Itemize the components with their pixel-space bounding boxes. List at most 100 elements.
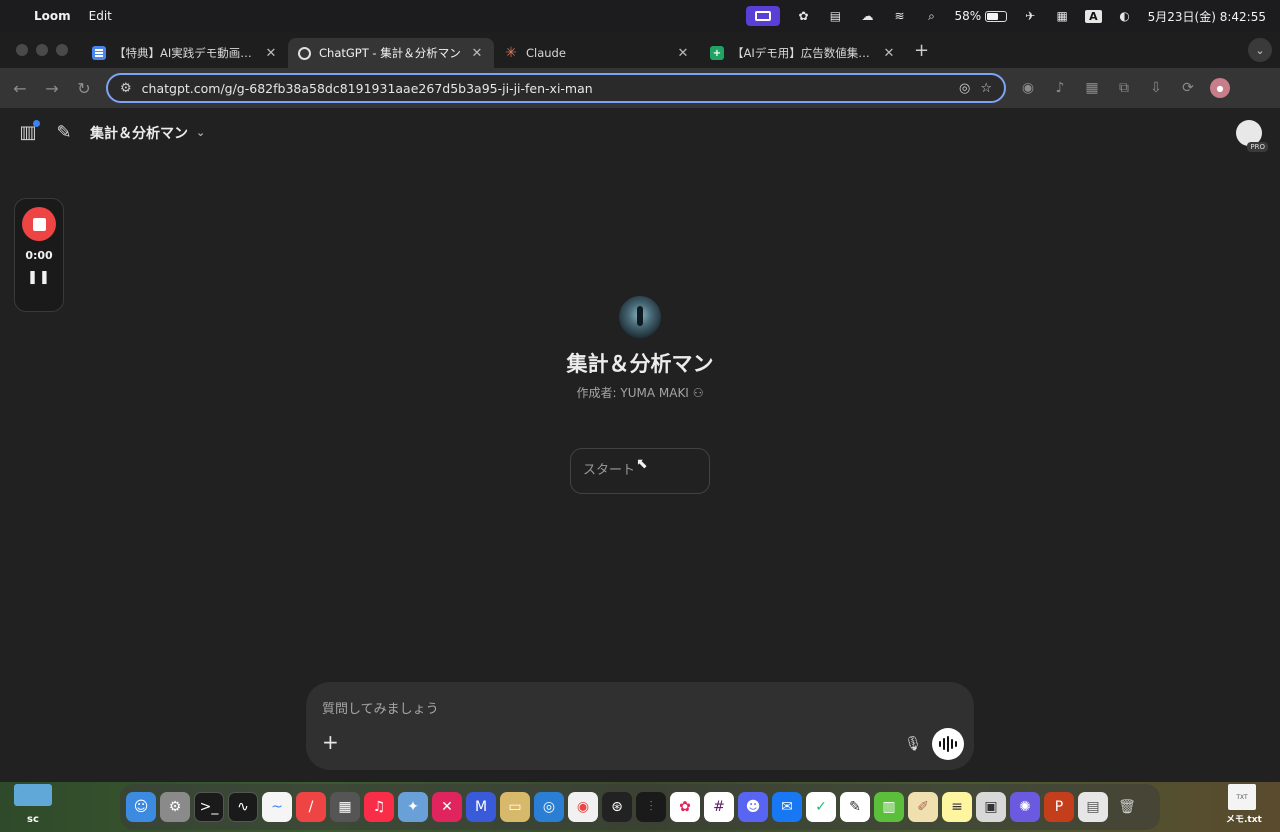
download-icon[interactable]: ⇩	[1146, 80, 1166, 96]
powerpoint-icon[interactable]: P	[1044, 792, 1074, 822]
spark-app-icon[interactable]: ✺	[1010, 792, 1040, 822]
dock: ☺ ⚙ >_ ∿ ~ / ▦ ♫ ✦ ✕ M ▭ ◎ ◉ ⊛ ⫶ ✿ # ☻ ✉…	[120, 784, 1160, 830]
composer-input[interactable]: 質問してみましょう	[322, 698, 439, 717]
menu-bar: Loom Edit ✿ ▤ ☁ ≋ ⌕ 58% ✈ ▦ A ◐ 5月23日(金)…	[0, 0, 1280, 32]
miro-icon[interactable]: M	[466, 792, 496, 822]
wifi-icon[interactable]: ≋	[890, 9, 908, 23]
chevron-down-icon: ⌄	[196, 126, 206, 139]
reload-icon[interactable]: ↻	[74, 79, 94, 98]
activity-monitor-icon[interactable]: ∿	[228, 792, 258, 822]
downloads-stack-icon[interactable]: ▤	[1078, 792, 1108, 822]
waveform-app-icon[interactable]: ⫶	[636, 792, 666, 822]
sidebar-toggle-icon[interactable]: ▥	[18, 120, 40, 143]
xmind-icon[interactable]: ✕	[432, 792, 462, 822]
url-text[interactable]: chatgpt.com/g/g-682fb38a58dc8191931aae26…	[142, 81, 949, 96]
preview-icon[interactable]: ▣	[976, 792, 1006, 822]
forward-arrow-icon[interactable]: →	[42, 79, 62, 98]
menu-datetime[interactable]: 5月23日(金) 8:42:55	[1148, 8, 1266, 25]
minimize-window-button[interactable]	[36, 44, 48, 56]
chatgpt-app-icon[interactable]: ⊛	[602, 792, 632, 822]
battery-status[interactable]: 58%	[954, 9, 1008, 23]
attach-plus-icon[interactable]: +	[322, 730, 339, 754]
close-window-button[interactable]	[16, 44, 28, 56]
chatgpt-page: ▥ ✎ 集計＆分析マン ⌄ PRO 0:00 ❚❚ 集計＆分析マン 作成者: Y…	[0, 108, 1280, 782]
quicktime-icon[interactable]: ◎	[534, 792, 564, 822]
folder-icon[interactable]: ▭	[500, 792, 530, 822]
desktop-folder-icon[interactable]	[14, 784, 52, 806]
address-bar[interactable]: ⚙ chatgpt.com/g/g-682fb38a58dc8191931aae…	[106, 73, 1006, 103]
loom-status-icon[interactable]	[746, 6, 781, 26]
terminal-icon[interactable]: >_	[194, 792, 224, 822]
discord-icon[interactable]: ☻	[738, 792, 768, 822]
pinwheel-icon[interactable]: ✿	[794, 9, 812, 23]
search-icon[interactable]: ⌕	[922, 9, 940, 23]
tab-google-sheets[interactable]: + 【AIデモ用】広告数値集計の元デ ✕	[700, 38, 906, 68]
zoom-window-button[interactable]	[56, 44, 68, 56]
close-tab-icon[interactable]: ✕	[676, 46, 690, 61]
pdf-app-icon[interactable]: /	[296, 792, 326, 822]
tab-search-chevron-icon[interactable]: ⌄	[1248, 38, 1272, 62]
checklist-app-icon[interactable]: ✓	[806, 792, 836, 822]
tab-google-docs[interactable]: 【特典】AI実践デモ動画20本（こ ✕	[82, 38, 288, 68]
music-icon[interactable]: ♫	[364, 792, 394, 822]
pro-badge: PRO	[1247, 142, 1268, 152]
google-docs-icon	[92, 46, 106, 60]
numbers-icon[interactable]: ▥	[874, 792, 904, 822]
voice-mode-button[interactable]	[932, 728, 964, 760]
loom-recording-widget: 0:00 ❚❚	[14, 198, 64, 312]
back-arrow-icon[interactable]: ←	[10, 79, 30, 98]
recording-timer: 0:00	[25, 249, 53, 262]
close-tab-icon[interactable]: ✕	[470, 46, 484, 61]
xcode-icon[interactable]: ✦	[398, 792, 428, 822]
chatgpt-extension-icon[interactable]: ◎	[959, 81, 970, 96]
mirror-icon[interactable]: ✈	[1021, 9, 1039, 23]
input-method-indicator[interactable]: A	[1085, 9, 1102, 23]
microphone-icon[interactable]: 🎙	[904, 736, 922, 752]
tab-claude[interactable]: ✳ Claude ✕	[494, 38, 700, 68]
clipboard-icon[interactable]: ▤	[826, 9, 844, 23]
page-header: ▥ ✎ 集計＆分析マン ⌄	[18, 120, 205, 143]
close-tab-icon[interactable]: ✕	[882, 46, 896, 61]
close-tab-icon[interactable]: ✕	[264, 46, 278, 61]
trash-icon[interactable]: 🗑	[1112, 792, 1142, 822]
camera-extension-icon[interactable]: ◉	[1018, 80, 1038, 96]
pause-icon[interactable]: ❚❚	[27, 270, 51, 285]
system-settings-icon[interactable]: ⚙	[160, 792, 190, 822]
stop-recording-button[interactable]	[22, 207, 56, 241]
keyboard-icon[interactable]: ▦	[1053, 9, 1071, 23]
bookmark-star-icon[interactable]: ☆	[980, 81, 992, 96]
author-label: 作成者: YUMA MAKI	[576, 386, 689, 400]
tab-chatgpt[interactable]: ChatGPT - 集計＆分析マン ✕	[288, 38, 494, 68]
script-editor-icon[interactable]: ✐	[908, 792, 938, 822]
control-center-icon[interactable]: ◐	[1116, 9, 1134, 23]
new-tab-button[interactable]: +	[906, 40, 941, 68]
menu-app-name[interactable]: Loom	[34, 9, 71, 23]
puzzle-extensions-icon[interactable]: ⧉	[1114, 80, 1134, 96]
starter-label: スタート	[583, 463, 636, 478]
finder-icon[interactable]: ☺	[126, 792, 156, 822]
desktop-text-file-icon[interactable]: TXT	[1228, 784, 1256, 810]
slack-icon[interactable]: #	[704, 792, 734, 822]
menu-edit[interactable]: Edit	[89, 9, 112, 23]
grid-extension-icon[interactable]: ▦	[1082, 80, 1102, 96]
messenger-icon[interactable]: ✉	[772, 792, 802, 822]
site-settings-icon[interactable]: ⚙	[120, 81, 132, 96]
photos-app-icon[interactable]: ✿	[670, 792, 700, 822]
calculator-icon[interactable]: ▦	[330, 792, 360, 822]
tab-title: ChatGPT - 集計＆分析マン	[319, 46, 461, 60]
new-chat-icon[interactable]: ✎	[54, 122, 74, 143]
user-avatar[interactable]: PRO	[1236, 120, 1268, 152]
gpt-model-selector[interactable]: 集計＆分析マン ⌄	[90, 123, 205, 143]
file-type-label: TXT	[1236, 794, 1248, 801]
textedit-icon[interactable]: ✎	[840, 792, 870, 822]
tab-title: Claude	[526, 46, 566, 60]
profile-avatar-icon[interactable]: ●	[1210, 78, 1230, 98]
sync-icon[interactable]: ⟳	[1178, 80, 1198, 96]
chrome-icon[interactable]: ◉	[568, 792, 598, 822]
notes-icon[interactable]: ≡	[942, 792, 972, 822]
microphone-extension-icon[interactable]: ♪	[1050, 80, 1070, 96]
message-composer[interactable]: 質問してみましょう + 🎙	[306, 682, 974, 770]
gpt-author[interactable]: 作成者: YUMA MAKI ⚇	[0, 384, 1280, 401]
freeform-icon[interactable]: ~	[262, 792, 292, 822]
cloud-icon[interactable]: ☁	[858, 9, 876, 23]
